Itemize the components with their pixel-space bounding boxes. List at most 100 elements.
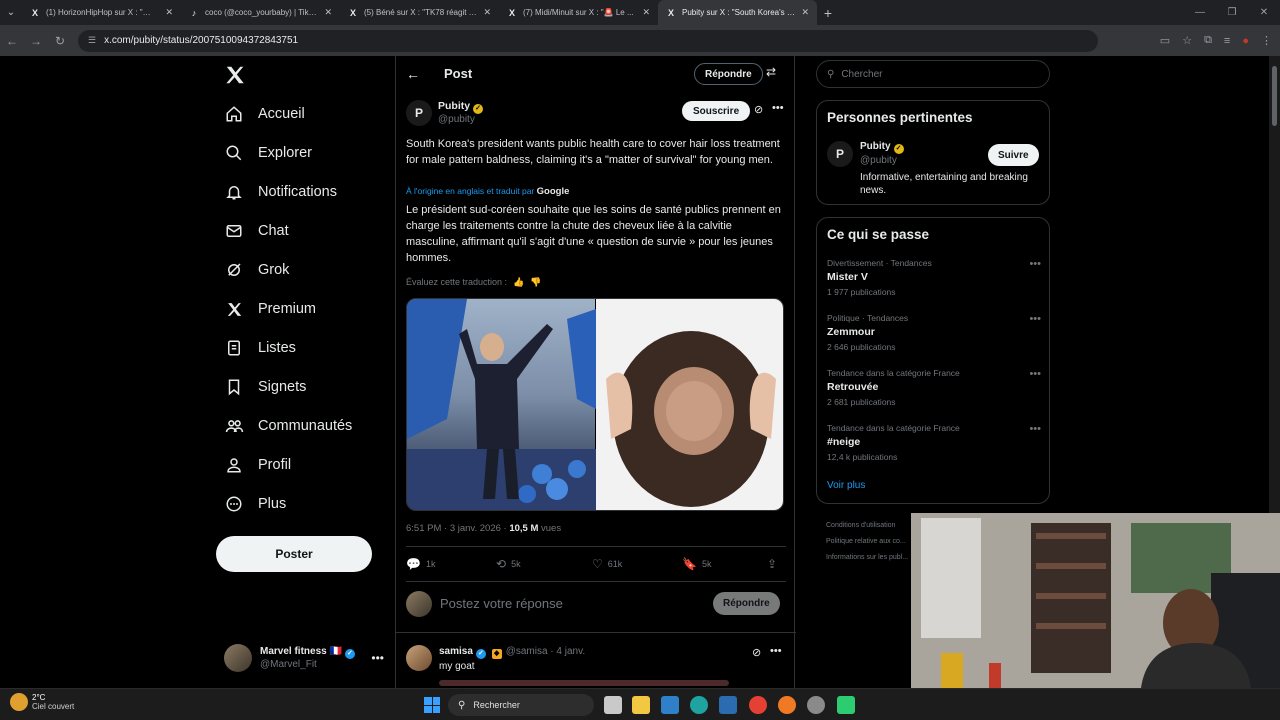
close-tab-icon[interactable]: ✕ [801,7,809,18]
reply-author[interactable]: samisa ✓ ◆ @samisa · 4 janv. [439,646,585,659]
trend-item[interactable]: Divertissement · Tendances Mister V 1 97… [827,258,1041,297]
more-icon[interactable]: ••• [1029,313,1041,325]
x-logo-icon[interactable] [224,64,246,86]
pubity-avatar[interactable]: P [406,100,432,126]
more-icon[interactable]: ••• [371,651,384,665]
close-window-icon[interactable]: ✕ [1248,0,1280,25]
chrome-icon[interactable] [749,696,767,714]
footer-link[interactable]: Politique relative aux co... [826,534,908,550]
start-button-icon[interactable] [424,697,440,713]
maximize-icon[interactable]: ❐ [1216,0,1248,25]
trend-item[interactable]: Tendance dans la catégorie France #neige… [827,423,1041,462]
taskbar-search[interactable]: ⚲ Rechercher [448,694,594,716]
browser-tab[interactable]: X (1) HorizonHipHop sur X : "🚨 ... ✕ [22,0,181,25]
browser-tab[interactable]: X (5) Béné sur X : "TK78 réagit à ... ✕ [340,0,499,25]
more-options-icon[interactable]: ••• [772,102,784,114]
back-arrow-icon[interactable]: ← [406,66,420,82]
tweet-media[interactable] [406,298,784,511]
weather-widget[interactable]: 2°C Ciel couvert [10,693,74,711]
browser-tab[interactable]: X (7) Midi/Minuit sur X : "🚨 Le ... ✕ [499,0,658,25]
new-tab-icon[interactable]: + [817,5,839,21]
avatar[interactable] [406,645,432,671]
reload-icon[interactable]: ↻ [48,34,72,48]
nav-home[interactable]: Accueil [224,99,305,129]
author-name[interactable]: Pubity ✓ [438,100,484,114]
nav-chat[interactable]: Chat [224,216,289,246]
task-view-icon[interactable] [604,696,622,714]
nav-explore[interactable]: Explorer [224,138,312,168]
cast-icon[interactable]: ▭ [1160,34,1170,47]
views-count: 10,5 M [509,523,539,534]
more-icon[interactable]: ••• [1029,423,1041,435]
thumbs-up-icon[interactable]: 👍 [513,277,524,287]
settings-sliders-icon[interactable]: ⇄ [766,65,776,79]
reply-input[interactable]: Postez votre réponse [440,596,563,611]
person-name[interactable]: Pubity ✓ [860,141,904,154]
tab-search-icon[interactable]: ⌄ [0,0,22,25]
bookmark-action[interactable]: 🔖 5k [682,557,767,571]
close-tab-icon[interactable]: ✕ [324,7,332,18]
close-tab-icon[interactable]: ✕ [483,7,491,18]
more-options-icon[interactable]: ••• [770,645,782,657]
forward-icon[interactable]: → [24,34,48,48]
nav-grok[interactable]: Grok [224,255,289,285]
grok-icon[interactable]: ⊘ [752,646,761,659]
reply-tweet[interactable]: samisa ✓ ◆ @samisa · 4 janv. my goat ⊘ ••• [406,643,786,688]
footer-link[interactable]: Informations sur les publ... [826,550,908,566]
nav-lists[interactable]: Listes [224,333,296,363]
nav-premium[interactable]: Premium [224,294,316,324]
extensions-icon[interactable]: ⧉ [1204,34,1212,47]
search-input[interactable]: ⚲ Chercher [816,60,1050,88]
close-tab-icon[interactable]: ✕ [165,7,173,18]
mail-app-icon[interactable] [661,696,679,714]
nav-profile[interactable]: Profil [224,450,291,480]
settings-gear-icon[interactable] [807,696,825,714]
thumbs-down-icon[interactable]: 👎 [530,277,541,287]
nav-more[interactable]: Plus [224,489,286,519]
follow-button[interactable]: Suivre [988,144,1039,166]
back-icon[interactable]: ← [0,34,24,48]
nav-notifications[interactable]: Notifications [224,177,337,207]
site-info-icon[interactable]: ☰ [88,35,96,46]
share-action[interactable]: ⇪ [767,557,782,571]
nav-communities[interactable]: Communautés [224,411,352,441]
edge-icon[interactable] [690,696,708,714]
reply-composer: Postez votre réponse Répondre [406,589,786,619]
divider [396,632,796,633]
app-icon[interactable] [837,696,855,714]
subscribe-button[interactable]: Souscrire [682,101,751,121]
more-icon[interactable]: ••• [1029,368,1041,380]
close-tab-icon[interactable]: ✕ [642,7,650,18]
minimize-icon[interactable]: — [1184,0,1216,25]
file-explorer-icon[interactable] [632,696,650,714]
repost-action[interactable]: ⟲ 5k [496,557,592,571]
trend-item[interactable]: Politique · Tendances Zemmour 2 646 publ… [827,313,1041,352]
scrollbar-thumb[interactable] [1272,66,1277,126]
trend-item[interactable]: Tendance dans la catégorie France Retrou… [827,368,1041,407]
media-icon[interactable]: ≡ [1224,35,1230,47]
footer-link[interactable]: Conditions d'utilisation [826,518,908,534]
person-handle[interactable]: @pubity [860,155,897,166]
reply-submit-button[interactable]: Répondre [713,592,780,615]
profile-avatar-icon[interactable]: ● [1242,35,1249,47]
author-handle[interactable]: @pubity [438,114,475,125]
address-bar[interactable]: ☰ x.com/pubity/status/200751009437284375… [78,29,1098,52]
grok-icon[interactable]: ⊘ [754,103,763,116]
reply-header-button[interactable]: Répondre [694,63,763,85]
browser-tab-active[interactable]: X Pubity sur X : "South Korea's pr... ✕ [658,0,817,25]
more-icon[interactable]: ••• [1029,258,1041,270]
firefox-icon[interactable] [778,696,796,714]
nav-bookmarks[interactable]: Signets [224,372,306,402]
browser-tab[interactable]: ♪ coco (@coco_yourbaby) | TikTok ✕ [181,0,340,25]
pubity-avatar[interactable]: P [827,141,853,167]
weather-icon [10,693,28,711]
account-switcher[interactable]: Marvel fitness 🇫🇷 ✓ @Marvel_Fit ••• [224,641,384,675]
store-icon[interactable] [719,696,737,714]
like-action[interactable]: ♡ 61k [592,557,682,571]
bookmark-star-icon[interactable]: ☆ [1182,34,1192,47]
reply-action[interactable]: 💬 1k [406,557,496,571]
see-more-link[interactable]: Voir plus [827,480,865,491]
main-column: ← Post Répondre ⇄ P Pubity ✓ @pubity Sous… [395,56,796,688]
post-button[interactable]: Poster [216,536,372,572]
menu-icon[interactable]: ⋮ [1261,34,1272,47]
